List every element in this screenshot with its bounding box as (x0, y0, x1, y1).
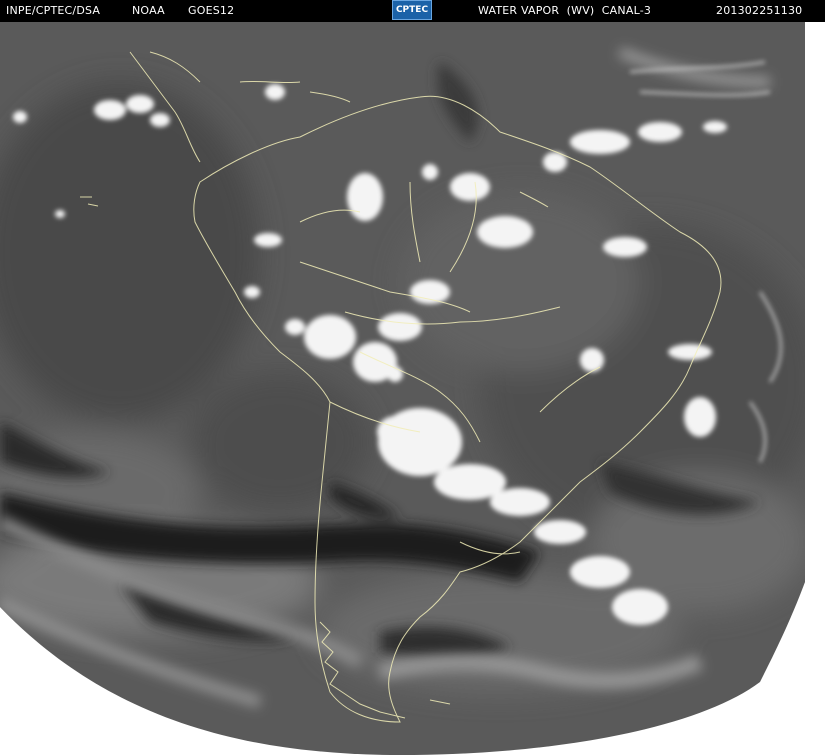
cptec-logo: CPTEC (392, 0, 432, 20)
satellite-label: GOES12 (188, 4, 235, 17)
image-header: INPE/CPTEC/DSA NOAA GOES12 CPTEC WATER V… (0, 0, 825, 22)
water-vapor-satellite-image (0, 22, 825, 755)
timestamp-label: 201302251130 (716, 4, 803, 17)
product-label: WATER VAPOR (WV) CANAL-3 (478, 4, 652, 17)
agency-label: NOAA (132, 4, 165, 17)
source-label: INPE/CPTEC/DSA (6, 4, 101, 17)
